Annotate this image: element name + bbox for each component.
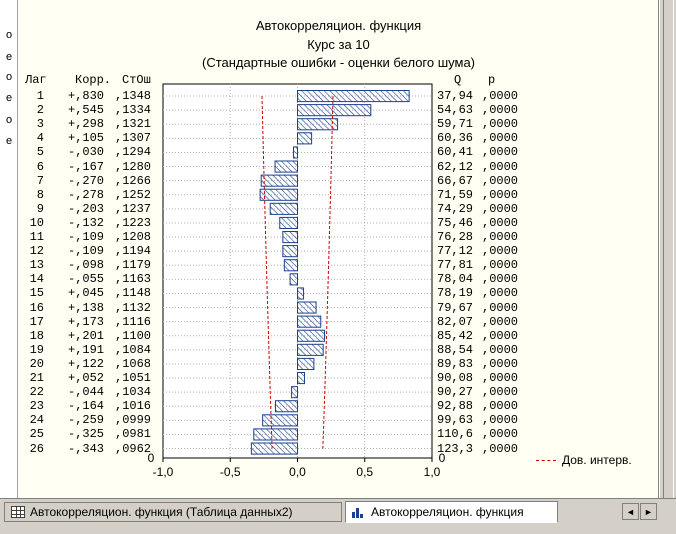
acf-bar xyxy=(297,329,326,342)
acf-bar xyxy=(259,188,298,201)
graph-icon xyxy=(352,506,366,518)
x-tick-label: 0,5 xyxy=(356,465,373,479)
acf-bar xyxy=(297,372,305,385)
acf-bar xyxy=(297,343,324,356)
tab-data-table[interactable]: Автокорреляцион. функция (Таблица данных… xyxy=(4,502,342,522)
acf-bar xyxy=(292,146,298,159)
acf-bar xyxy=(297,90,410,103)
x-tick-label: -0,5 xyxy=(220,465,241,479)
acf-bar xyxy=(260,174,298,187)
acf-bar xyxy=(297,104,372,117)
acf-bar xyxy=(297,118,339,131)
y-zero-label-right: 0 xyxy=(439,451,446,465)
acf-bar xyxy=(274,400,298,413)
background-text-fragment: о xyxy=(6,114,13,126)
table-icon xyxy=(11,506,25,518)
background-text-fragment: е xyxy=(6,51,13,63)
acf-bar xyxy=(282,231,299,244)
acf-bar xyxy=(262,414,299,427)
legend-confidence-swatch xyxy=(536,459,556,461)
tab-acf-graph[interactable]: Автокорреляцион. функция xyxy=(345,501,558,523)
acf-bar xyxy=(291,386,299,399)
x-tick-label: 1,0 xyxy=(424,465,441,479)
vertical-scrollbar[interactable] xyxy=(659,0,676,498)
tab-label: Автокорреляцион. функция xyxy=(371,505,524,519)
background-text-fragment: е xyxy=(6,135,13,147)
workbook-tab-bar: Автокорреляцион. функция (Таблица данных… xyxy=(0,498,676,534)
tab-scroll-left-button[interactable]: ◄ xyxy=(622,503,639,520)
acf-bar xyxy=(250,442,298,455)
background-window-strip: о е о е о е xyxy=(0,0,18,498)
acf-bar xyxy=(283,259,298,272)
graph-window: Автокорреляцион. функция Курс за 10 (Ста… xyxy=(18,0,659,498)
acf-bar xyxy=(297,301,317,314)
acf-bar xyxy=(279,216,299,229)
acf-bar xyxy=(269,202,299,215)
legend-confidence-label: Дов. интерв. xyxy=(562,453,632,467)
acf-plot: -1,0 -0,5 0,0 0,5 1,00 0 xyxy=(148,83,446,479)
y-zero-label-left: 0 xyxy=(148,451,155,465)
legend: Дов. интерв. xyxy=(536,452,632,468)
background-text-fragment: о xyxy=(6,71,13,83)
acf-bar xyxy=(253,428,299,441)
background-text-fragment: е xyxy=(6,92,13,104)
acf-bar xyxy=(289,273,299,286)
x-tick-label: -1,0 xyxy=(153,465,174,479)
tab-scroll-right-button[interactable]: ► xyxy=(640,503,657,520)
x-tick-label: 0,0 xyxy=(289,465,306,479)
tab-label: Автокорреляцион. функция (Таблица данных… xyxy=(30,505,293,519)
scrollbar-track[interactable] xyxy=(663,0,674,498)
acf-bar xyxy=(274,160,299,173)
acf-bar xyxy=(297,287,305,300)
acf-bar xyxy=(297,357,315,370)
acf-bar xyxy=(297,315,322,328)
background-text-fragment: о xyxy=(6,29,13,41)
acf-bar xyxy=(282,245,299,258)
acf-bar xyxy=(297,132,313,145)
